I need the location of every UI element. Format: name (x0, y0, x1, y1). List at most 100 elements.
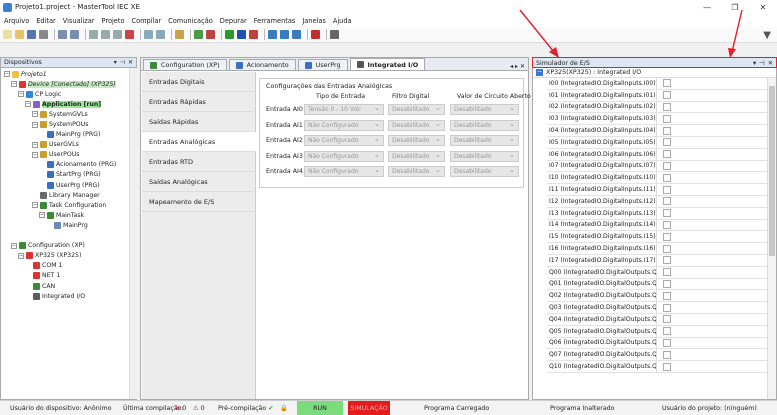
io-checkbox[interactable] (663, 161, 671, 170)
io-checkbox[interactable] (663, 197, 671, 206)
io-checkbox[interactable] (663, 232, 671, 241)
print-icon[interactable] (39, 30, 48, 39)
save-icon[interactable] (27, 30, 36, 39)
tree-item[interactable]: NET 1 (1, 271, 136, 281)
io-checkbox[interactable] (663, 150, 671, 159)
open-circuit-select[interactable]: Desabilitado (450, 119, 519, 131)
menu-item-editar[interactable]: Editar (36, 17, 56, 25)
tree-item[interactable]: − Configuration (XP) (1, 241, 136, 251)
maximize-button[interactable]: ❐ (721, 0, 749, 14)
expand-icon[interactable]: − (18, 252, 24, 259)
input-type-select[interactable]: Não Configurado (304, 119, 384, 131)
build-icon[interactable] (175, 30, 184, 39)
undo-icon[interactable] (58, 30, 67, 39)
io-checkbox[interactable] (663, 327, 671, 336)
menu-item-ajuda[interactable]: Ajuda (333, 17, 352, 25)
tree-item[interactable]: − UserGVLs (1, 140, 136, 150)
digital-filter-select[interactable]: Desabilitado (388, 150, 445, 162)
expand-icon[interactable]: − (25, 101, 31, 108)
pin-icon[interactable]: ⊣ (759, 60, 765, 67)
expand-icon[interactable]: − (32, 121, 38, 128)
expand-icon[interactable]: − (32, 111, 38, 118)
paste-icon[interactable] (113, 30, 122, 39)
tree-item[interactable]: − Projeto1 (1, 69, 136, 79)
menu-item-comunicacao[interactable]: Comunicação (168, 17, 213, 25)
expand-icon[interactable]: − (11, 242, 17, 249)
close-icon[interactable]: ✕ (128, 59, 133, 66)
expand-icon[interactable]: − (4, 71, 10, 78)
tree-item[interactable]: − Application [run] (1, 99, 136, 109)
io-checkbox[interactable] (663, 114, 671, 123)
dropdown-icon[interactable]: ▾ (114, 59, 117, 66)
menu-item-arquivo[interactable]: Arquivo (4, 17, 29, 25)
scrollbar-thumb[interactable] (769, 86, 775, 256)
tree-item[interactable]: Library Manager (1, 190, 136, 200)
tree-item[interactable]: − Task Configuration (1, 200, 136, 210)
copy-icon[interactable] (101, 30, 110, 39)
io-checkbox[interactable] (663, 220, 671, 229)
tree-item[interactable]: − CP Logic (1, 89, 136, 99)
input-type-select[interactable]: Tensão 0 - 10 Vdc (304, 104, 384, 115)
menu-item-projeto[interactable]: Projeto (102, 17, 125, 25)
io-checkbox[interactable] (663, 209, 671, 218)
io-checkbox[interactable] (663, 362, 671, 371)
io-checkbox[interactable] (663, 102, 671, 111)
io-checkbox[interactable] (663, 91, 671, 100)
nav-item[interactable]: Entradas Analógicas (142, 132, 256, 152)
menu-item-compilar[interactable]: Compilar (131, 17, 161, 25)
devices-scrollbar[interactable] (129, 68, 137, 399)
io-checkbox[interactable] (663, 303, 671, 312)
breakpoint-icon[interactable] (311, 30, 320, 39)
digital-filter-select[interactable]: Desabilitado (388, 104, 445, 115)
io-checkbox[interactable] (663, 350, 671, 359)
tree-item[interactable]: UserPrg (PRG) (1, 180, 136, 190)
reset-icon[interactable] (249, 30, 258, 39)
simulator-root-node[interactable]: − XP325(XP325) : Integrated I/O (533, 68, 776, 78)
nav-item[interactable]: Entradas Digitais (142, 72, 255, 92)
login-icon[interactable] (194, 30, 203, 39)
io-checkbox[interactable] (663, 126, 671, 135)
minimize-button[interactable]: — (693, 0, 721, 14)
tree-item[interactable]: − SystemGVLs (1, 109, 136, 119)
stop-icon[interactable] (237, 30, 246, 39)
io-checkbox[interactable] (663, 291, 671, 300)
tree-item[interactable]: MainPrg (PRG) (1, 130, 136, 140)
tree-item[interactable]: Integrated I/O (1, 291, 136, 301)
pin-icon[interactable]: ⊣ (120, 59, 125, 66)
expand-icon[interactable]: − (18, 91, 24, 98)
close-button[interactable]: ✕ (749, 0, 777, 14)
expand-icon[interactable]: − (32, 202, 38, 209)
tree-item[interactable]: CAN (1, 281, 136, 291)
io-checkbox[interactable] (663, 138, 671, 147)
collapse-icon[interactable]: − (536, 69, 543, 76)
nav-item[interactable]: Entradas Rápidas (142, 92, 255, 112)
open-circuit-select[interactable]: Desabilitado (450, 135, 519, 146)
open-circuit-select[interactable]: Desabilitado (450, 104, 519, 115)
digital-filter-select[interactable]: Desabilitado (388, 166, 445, 177)
expand-icon[interactable]: − (11, 81, 17, 88)
digital-filter-select[interactable]: Desabilitado (388, 135, 445, 146)
tab-configuration-xp-[interactable]: Configuration (XP) (143, 59, 227, 70)
tree-item[interactable]: MainPrg (1, 220, 136, 230)
nav-item[interactable]: Saídas Analógicas (142, 172, 255, 192)
step-over-icon[interactable] (280, 30, 289, 39)
menu-item-depurar[interactable]: Depurar (220, 17, 247, 25)
io-checkbox[interactable] (663, 256, 671, 265)
menu-item-ferramentas[interactable]: Ferramentas (254, 17, 296, 25)
tree-item[interactable]: Acionamento (PRG) (1, 160, 136, 170)
redo-icon[interactable] (70, 30, 79, 39)
tree-item[interactable]: − UserPOUs (1, 150, 136, 160)
tab-close-icon[interactable]: ◂ ▸ ✕ (510, 63, 528, 70)
input-type-select[interactable]: Não Configurado (304, 150, 384, 162)
tree-item[interactable]: − SystemPOUs (1, 119, 136, 129)
io-checkbox[interactable] (663, 279, 671, 288)
replace-icon[interactable] (156, 30, 165, 39)
run-icon[interactable] (225, 30, 234, 39)
find-icon[interactable] (144, 30, 153, 39)
io-checkbox[interactable] (663, 268, 671, 277)
simulation-icon[interactable] (330, 30, 339, 39)
filter-icon[interactable]: ▼ (763, 30, 771, 41)
tree-item[interactable]: − XP325 (XP325) (1, 251, 136, 261)
tree-item[interactable]: − MainTask (1, 210, 136, 220)
dropdown-icon[interactable]: ▾ (753, 60, 756, 67)
